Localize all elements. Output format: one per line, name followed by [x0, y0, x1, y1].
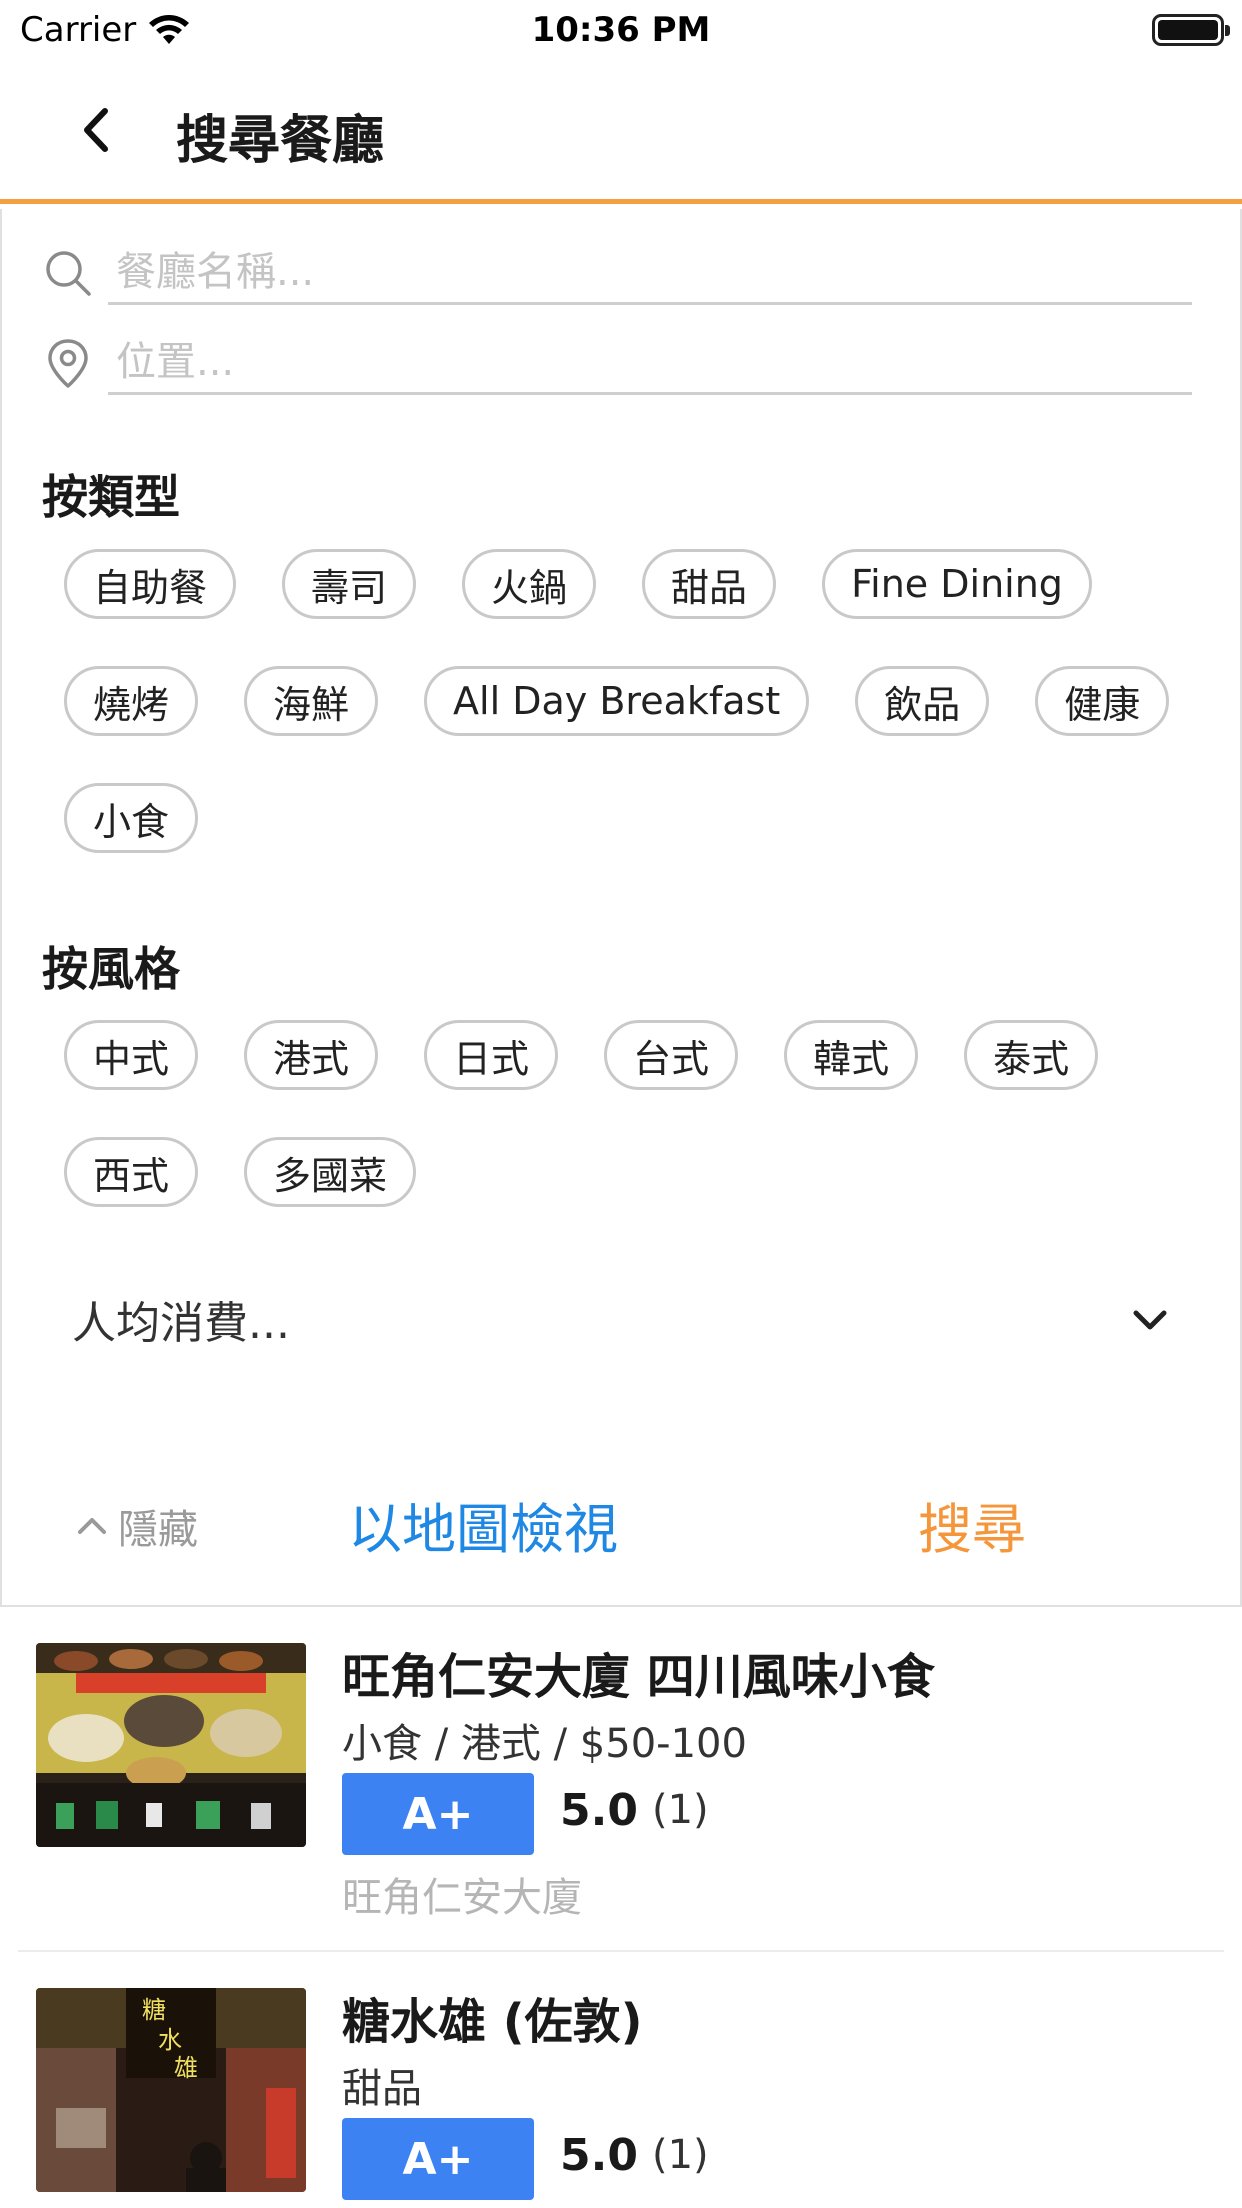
restaurant-name-input[interactable]	[108, 241, 1192, 305]
chevron-down-icon	[1133, 1310, 1167, 1330]
chip-style[interactable]: 台式	[604, 1020, 739, 1090]
restaurant-photo: 糖 水 雄	[36, 1988, 306, 2192]
chip-style[interactable]: 中式	[64, 1020, 199, 1090]
svg-text:水: 水	[158, 2026, 182, 2054]
chip-style[interactable]: 韓式	[784, 1020, 919, 1090]
type-chip-group: 自助餐 壽司 火鍋 甜品 Fine Dining 燒烤 海鮮 All Day B…	[64, 549, 1184, 853]
restaurant-name: 糖水雄 (佐敦)	[342, 1994, 643, 2050]
restaurant-meta: 小食 / 港式 / $50-100	[342, 1721, 747, 1767]
grade-badge: A+	[342, 1773, 534, 1855]
list-item[interactable]: 糖 水 雄 糖水雄 (佐敦) 甜品 A+ 5.0 (1)	[0, 1952, 1242, 2208]
restaurant-name: 旺角仁安大廈 四川風味小食	[342, 1649, 935, 1705]
chip-style[interactable]: 港式	[244, 1020, 379, 1090]
action-bar: 隱藏 以地圖檢視 搜尋	[2, 1469, 1242, 1579]
chip-style[interactable]: 西式	[64, 1137, 199, 1207]
chip-type[interactable]: 燒烤	[64, 666, 199, 736]
map-view-button[interactable]: 以地圖檢視	[348, 1485, 618, 1564]
clock: 10:36 PM	[531, 10, 711, 50]
hide-label: 隱藏	[118, 1507, 198, 1553]
restaurant-building: 旺角仁安大廈	[342, 1875, 582, 1921]
section-title-style: 按風格	[42, 942, 180, 996]
chevron-up-icon	[78, 1518, 106, 1534]
restaurant-photo	[36, 1643, 306, 1847]
location-field	[42, 319, 1192, 399]
search-icon	[46, 251, 91, 296]
chip-type[interactable]: 甜品	[642, 549, 777, 619]
chevron-left-icon	[84, 108, 108, 152]
chip-type[interactable]: 自助餐	[64, 549, 237, 619]
search-button[interactable]: 搜尋	[918, 1485, 1026, 1564]
chip-type[interactable]: 飲品	[855, 666, 990, 736]
chip-type[interactable]: All Day Breakfast	[424, 666, 810, 736]
chip-style[interactable]: 泰式	[964, 1020, 1099, 1090]
restaurant-meta: 甜品	[342, 2066, 422, 2112]
price-dropdown[interactable]: 人均消費...	[72, 1279, 1172, 1359]
back-button[interactable]	[60, 90, 130, 170]
chip-type[interactable]: 火鍋	[462, 549, 597, 619]
chip-type[interactable]: Fine Dining	[822, 549, 1092, 619]
page-title: 搜尋餐廳	[176, 111, 385, 171]
location-pin-icon	[48, 339, 88, 388]
grade-badge: A+	[342, 2118, 534, 2200]
battery-icon	[1152, 14, 1230, 46]
chip-type[interactable]: 壽司	[282, 549, 417, 619]
chip-type[interactable]: 小食	[64, 783, 199, 853]
rating-score: 5.0	[560, 2130, 638, 2181]
svg-text:糖: 糖	[142, 1996, 166, 2024]
price-label: 人均消費...	[72, 1298, 290, 1349]
status-bar: Carrier 10:36 PM	[0, 0, 1242, 62]
chip-style[interactable]: 日式	[424, 1020, 559, 1090]
rating-score: 5.0	[560, 1785, 638, 1836]
chip-style[interactable]: 多國菜	[244, 1137, 417, 1207]
location-input[interactable]	[108, 331, 1192, 395]
section-title-type: 按類型	[42, 470, 180, 524]
chip-type[interactable]: 健康	[1035, 666, 1170, 736]
list-item[interactable]: 旺角仁安大廈 四川風味小食 小食 / 港式 / $50-100 A+ 5.0 (…	[0, 1607, 1242, 1952]
search-panel: 按類型 自助餐 壽司 火鍋 甜品 Fine Dining 燒烤 海鮮 All D…	[0, 209, 1242, 1607]
rating-count: (1)	[652, 1787, 709, 1833]
chip-type[interactable]: 海鮮	[244, 666, 379, 736]
rating-count: (1)	[652, 2132, 709, 2178]
hide-button[interactable]: 隱藏	[74, 1497, 198, 1555]
style-chip-group: 中式 港式 日式 台式 韓式 泰式 西式 多國菜	[64, 1020, 1184, 1207]
svg-text:雄: 雄	[174, 2054, 198, 2082]
nav-bar: 搜尋餐廳	[0, 62, 1242, 204]
restaurant-name-field	[42, 229, 1192, 309]
